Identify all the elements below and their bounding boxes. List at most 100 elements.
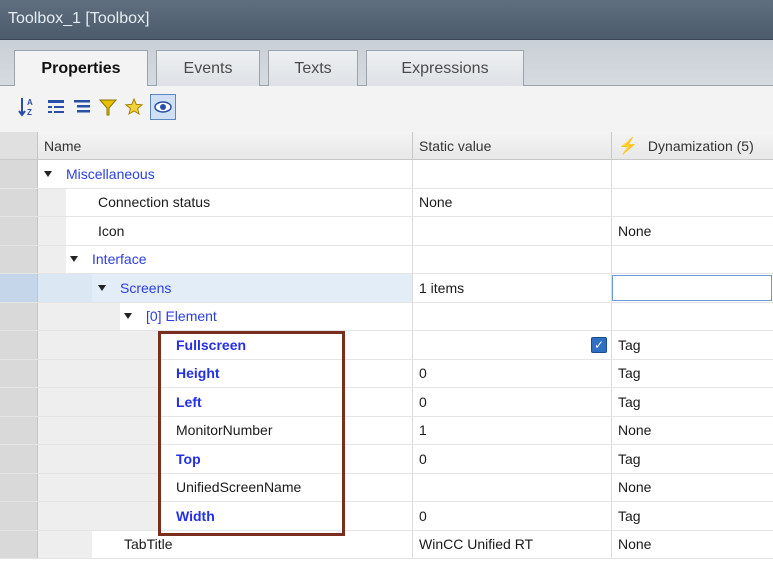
tab-strip: Properties Events Texts Expressions <box>0 40 773 87</box>
row-selector[interactable] <box>0 530 38 558</box>
title-bar: Toolbox_1 [Toolbox] <box>0 0 773 40</box>
sort-az-icon[interactable]: A Z <box>16 94 40 120</box>
indent-area <box>38 445 158 473</box>
row-label: Connection status <box>98 194 211 211</box>
dynamization-cell[interactable]: None <box>611 217 773 245</box>
grid-header: Name Static value ⚡ Dynamization (5) <box>0 132 773 160</box>
row-selector[interactable] <box>0 274 38 302</box>
column-header-name[interactable]: Name <box>44 132 81 159</box>
filter-icon[interactable] <box>96 94 120 120</box>
tab-events[interactable]: Events <box>156 50 260 86</box>
favorites-star-icon[interactable] <box>122 94 146 120</box>
list-view-icon[interactable] <box>70 94 94 120</box>
row-icon[interactable]: Icon None <box>0 217 773 246</box>
row-label: [0] Element <box>146 308 217 325</box>
row-label: Interface <box>92 251 147 268</box>
row-unified-screen-name[interactable]: UnifiedScreenName None <box>0 473 773 502</box>
row-interface[interactable]: Interface <box>0 245 773 274</box>
expand-arrow-icon[interactable] <box>44 170 52 177</box>
row-monitor-number[interactable]: MonitorNumber 1 None <box>0 416 773 445</box>
indent-area <box>38 388 158 416</box>
row-label: Icon <box>98 222 125 239</box>
row-selector[interactable] <box>0 217 38 245</box>
column-header-static-value[interactable]: Static value <box>412 132 611 159</box>
indent-area <box>38 416 158 444</box>
dynamization-cell[interactable] <box>611 302 773 330</box>
row-name: Screens <box>98 274 171 302</box>
indent-area <box>38 359 158 387</box>
column-header-dynamization-label: Dynamization (5) <box>647 137 754 154</box>
row-selector[interactable] <box>0 388 38 416</box>
indent-area <box>38 217 66 245</box>
row-element[interactable]: [0] Element <box>0 302 773 331</box>
dynamization-cell[interactable]: None <box>611 473 773 501</box>
dynamization-cell[interactable] <box>611 245 773 273</box>
lightning-icon: ⚡ <box>618 137 638 155</box>
static-value-cell[interactable] <box>412 473 611 501</box>
static-value-cell[interactable]: 1 items <box>412 274 611 302</box>
dynamization-edit-field[interactable] <box>612 275 772 301</box>
svg-text:Z: Z <box>27 108 32 117</box>
row-label: Height <box>176 365 220 382</box>
row-label: Width <box>176 507 215 524</box>
static-value-cell[interactable]: WinCC Unified RT <box>412 530 611 558</box>
dynamization-cell[interactable]: Tag <box>611 359 773 387</box>
static-value-cell[interactable] <box>412 160 611 188</box>
static-value-cell[interactable] <box>412 331 611 359</box>
row-selector[interactable] <box>0 445 38 473</box>
indent-area <box>38 530 92 558</box>
static-value-cell[interactable]: 0 <box>412 445 611 473</box>
row-selector[interactable] <box>0 188 38 216</box>
row-selector[interactable] <box>0 473 38 501</box>
row-miscellaneous[interactable]: Miscellaneous <box>0 160 773 189</box>
static-value-cell[interactable]: 0 <box>412 388 611 416</box>
dynamization-cell[interactable]: None <box>611 416 773 444</box>
dynamization-cell[interactable]: None <box>611 530 773 558</box>
dynamization-cell[interactable] <box>611 188 773 216</box>
static-value-cell[interactable]: 0 <box>412 359 611 387</box>
expand-arrow-icon[interactable] <box>70 256 78 263</box>
dynamization-cell[interactable] <box>611 160 773 188</box>
row-connection-status[interactable]: Connection status None <box>0 188 773 217</box>
show-eye-icon[interactable] <box>150 94 176 120</box>
static-value-cell[interactable]: 0 <box>412 502 611 530</box>
row-selector[interactable] <box>0 160 38 188</box>
row-fullscreen[interactable]: Fullscreen ✓ Tag <box>0 331 773 360</box>
static-value-cell[interactable] <box>412 245 611 273</box>
static-value-cell[interactable] <box>412 302 611 330</box>
row-height[interactable]: Height 0 Tag <box>0 359 773 388</box>
indent-area <box>38 473 158 501</box>
indent-area <box>38 302 120 330</box>
tab-properties[interactable]: Properties <box>14 50 148 87</box>
row-label: Left <box>176 393 202 410</box>
row-left[interactable]: Left 0 Tag <box>0 388 773 417</box>
row-top[interactable]: Top 0 Tag <box>0 445 773 474</box>
static-value-cell[interactable] <box>412 217 611 245</box>
dynamization-cell[interactable]: Tag <box>611 502 773 530</box>
row-name: [0] Element <box>124 303 217 331</box>
static-value-cell[interactable]: 1 <box>412 416 611 444</box>
column-header-dynamization[interactable]: ⚡ Dynamization (5) <box>611 132 773 159</box>
row-selector[interactable] <box>0 416 38 444</box>
row-selector[interactable] <box>0 245 38 273</box>
dynamization-cell[interactable]: Tag <box>611 445 773 473</box>
tab-expressions[interactable]: Expressions <box>366 50 524 86</box>
row-selector[interactable] <box>0 302 38 330</box>
svg-text:A: A <box>27 98 33 107</box>
group-tree-icon[interactable] <box>44 94 68 120</box>
row-name: Miscellaneous <box>44 160 155 188</box>
row-label: Screens <box>120 279 172 296</box>
row-screens[interactable]: Screens 1 items <box>0 274 773 303</box>
fullscreen-checkbox[interactable]: ✓ <box>591 337 607 353</box>
row-selector[interactable] <box>0 502 38 530</box>
tab-texts[interactable]: Texts <box>268 50 358 86</box>
static-value-cell[interactable]: None <box>412 188 611 216</box>
row-selector[interactable] <box>0 359 38 387</box>
row-width[interactable]: Width 0 Tag <box>0 502 773 531</box>
dynamization-cell[interactable]: Tag <box>611 388 773 416</box>
dynamization-cell[interactable]: Tag <box>611 331 773 359</box>
expand-arrow-icon[interactable] <box>98 284 106 291</box>
expand-arrow-icon[interactable] <box>124 313 132 320</box>
row-tab-title[interactable]: TabTitle WinCC Unified RT None <box>0 530 773 559</box>
row-selector[interactable] <box>0 331 38 359</box>
